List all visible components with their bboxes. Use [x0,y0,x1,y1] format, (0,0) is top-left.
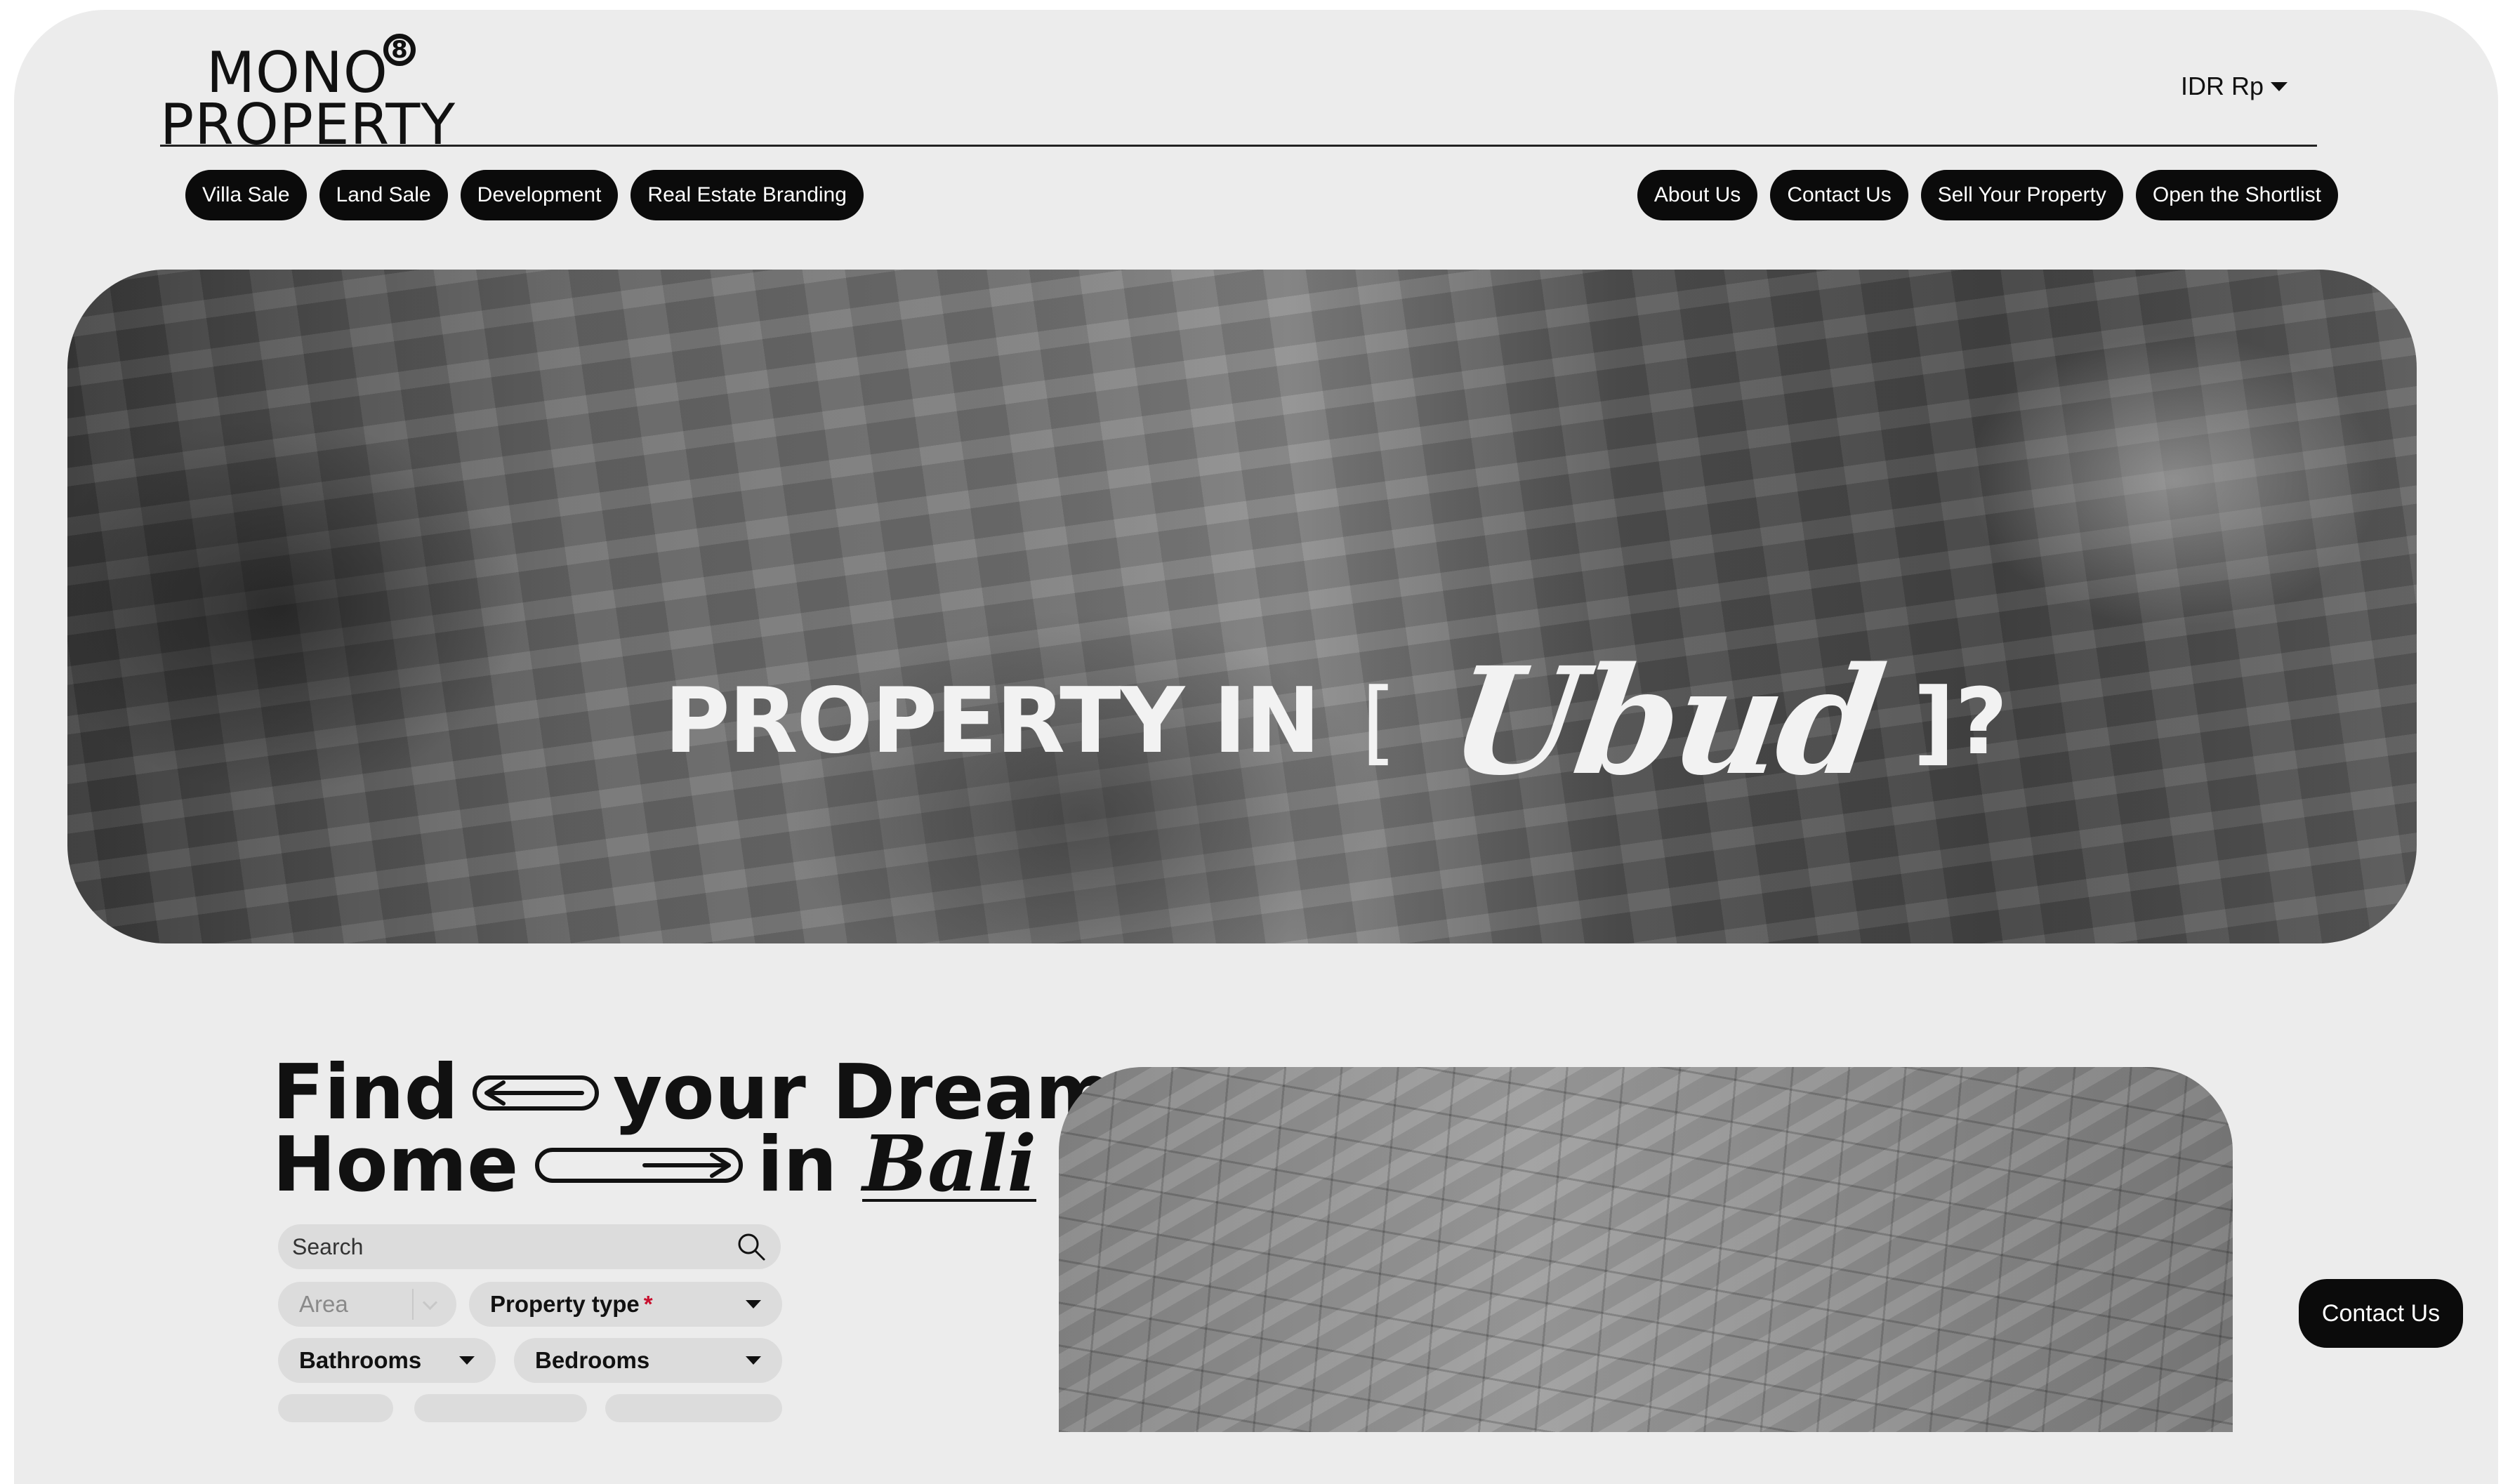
caret-down-icon [2271,81,2288,91]
nav-about-us[interactable]: About Us [1637,170,1758,220]
logo-badge: 8 [383,34,416,66]
nav-sell-your-property[interactable]: Sell Your Property [1920,170,2123,220]
hero-close: ]? [1913,668,2008,775]
caret-down-icon [459,1356,475,1365]
find-word: Find [272,1049,458,1137]
chevron-down-icon [412,1289,438,1320]
area-select[interactable]: Area [278,1282,456,1327]
nav-development[interactable]: Development [460,170,619,220]
nav-villa-sale[interactable]: Villa Sale [185,170,307,220]
bedrooms-select[interactable]: Bedrooms [514,1338,782,1383]
area-placeholder: Area [299,1291,348,1317]
find-heading: Find your Dream Home in Bali [272,1049,1114,1209]
nav-right: About Us Contact Us Sell Your Property O… [1637,170,2338,220]
filter-select[interactable] [605,1394,782,1422]
property-type-label: Property type [490,1291,640,1317]
hero-banner: PROPERTY IN [ Ubud ]? [67,270,2417,943]
property-type-select[interactable]: Property type * [469,1282,782,1327]
caret-down-icon [746,1356,761,1365]
arrow-left-icon [473,1075,599,1111]
floating-contact-button[interactable]: Contact Us [2299,1279,2463,1348]
search-icon[interactable] [736,1231,767,1262]
find-home: Home [272,1121,519,1209]
find-bali: Bali [862,1118,1037,1209]
currency-selector[interactable]: IDR Rp [2181,72,2288,101]
hero-title: PROPERTY IN [ Ubud ]? [664,635,2008,808]
hero-open-bracket: [ [1361,668,1397,775]
filter-select[interactable] [414,1394,587,1422]
nav-contact-us[interactable]: Contact Us [1770,170,1908,220]
caret-down-icon [746,1300,761,1309]
currency-label: IDR Rp [2181,72,2264,100]
nav-real-estate-branding[interactable]: Real Estate Branding [631,170,864,220]
arrow-right-icon [535,1148,744,1183]
filter-select[interactable] [278,1394,393,1422]
nav-left: Villa Sale Land Sale Development Real Es… [185,170,864,220]
bedrooms-label: Bedrooms [535,1347,650,1373]
required-marker: * [643,1291,653,1317]
find-in: in [757,1121,838,1209]
bathrooms-label: Bathrooms [299,1347,422,1373]
nav-land-sale[interactable]: Land Sale [319,170,448,220]
bathrooms-select[interactable]: Bathrooms [278,1338,496,1383]
search-input[interactable]: Search [278,1224,781,1269]
search-placeholder: Search [292,1233,364,1259]
header-divider [160,145,2317,147]
logo[interactable]: MONO 8 PROPERTY [160,29,455,156]
nav-open-shortlist[interactable]: Open the Shortlist [2135,170,2338,220]
hero-prefix: PROPERTY IN [664,669,1321,774]
hero-location: Ubud [1440,635,1891,808]
aerial-rice-field-image [1059,1067,2233,1432]
